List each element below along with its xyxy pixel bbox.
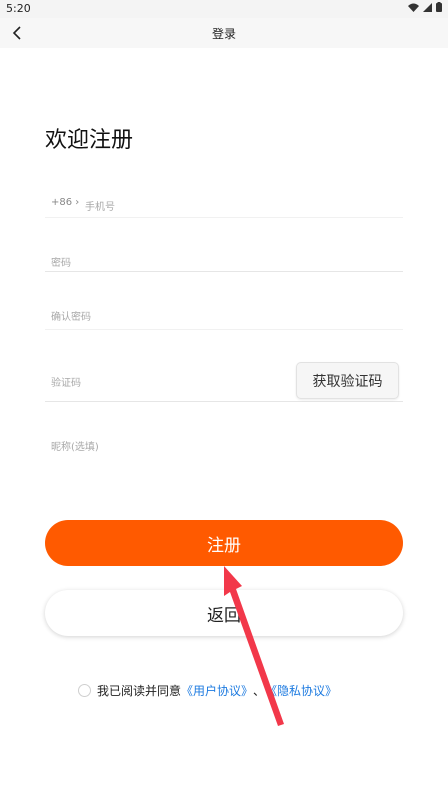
annotation-arrow-icon bbox=[224, 566, 284, 726]
